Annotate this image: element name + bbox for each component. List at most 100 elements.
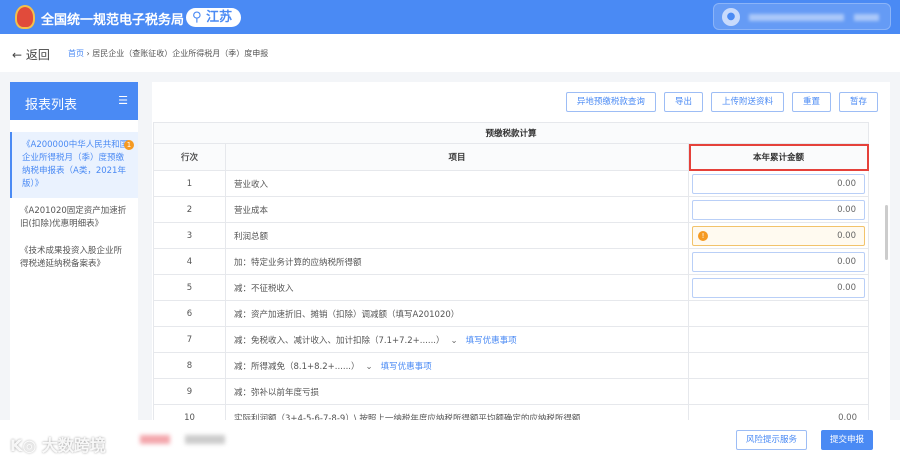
- sidebar-item-label: 《技术成果投资入股企业所得税递延纳税备案表》: [20, 246, 123, 269]
- col-header-item: 项目: [225, 143, 689, 171]
- table-row: 4 加：特定业务计算的应纳税所得额 0.00: [153, 248, 869, 275]
- breadcrumb-separator: ›: [86, 49, 90, 58]
- table-caption: 预缴税款计算: [153, 122, 869, 144]
- user-menu[interactable]: ●: [713, 3, 891, 30]
- breadcrumb-current: 居民企业（查账征收）企业所得税月（季）度申报: [92, 49, 269, 58]
- reset-button[interactable]: 重置: [791, 92, 831, 112]
- table-row: 7 减：免税收入、减计收入、加计扣除（7.1+7.2+......） ⌄ 填写优惠事项: [153, 326, 869, 353]
- row-item: 实际利润额（3+4-5-6-7-8-9）\ 按照上一纳税年度应纳税所得额平均额确…: [225, 404, 689, 420]
- redacted-amount: [140, 435, 170, 444]
- row-amount: 0.00: [688, 274, 869, 301]
- menu-icon[interactable]: ☰: [118, 94, 128, 107]
- footer-bar: K◎ 大数跨境 风险提示服务 提交申报: [0, 420, 900, 459]
- redacted-username: [854, 14, 879, 21]
- row-item-label: 营业收入: [234, 179, 269, 190]
- scrollbar[interactable]: [885, 205, 888, 260]
- breadcrumb: 首页 › 居民企业（查账征收）企业所得税月（季）度申报: [68, 48, 268, 59]
- row-amount: [688, 300, 869, 327]
- avatar-icon: ●: [722, 8, 740, 26]
- fill-preferential-link[interactable]: 填写优惠事项: [381, 362, 432, 372]
- main-panel: 异地预缴税款查询 导出 上传附送资料 重置 暂存 预缴税款计算 行次 项目 本年累计…: [152, 82, 890, 420]
- row-item-label: 利润总额: [234, 231, 269, 242]
- submit-declaration-button[interactable]: 提交申报: [821, 430, 874, 450]
- sidebar-item-a200000[interactable]: 《A200000中华人民共和国企业所得税月（季）度预缴纳税申报表（A类，2021…: [10, 132, 138, 198]
- row-amount: [688, 378, 869, 405]
- amount-input[interactable]: 0.00: [692, 199, 865, 220]
- row-number: 6: [153, 300, 226, 327]
- upload-attachments-button[interactable]: 上传附送资料: [710, 92, 784, 112]
- row-item: 营业收入: [225, 170, 689, 197]
- table-row: 9 减：弥补以前年度亏损: [153, 378, 869, 405]
- row-number: 8: [153, 352, 226, 379]
- watermark-logo: K◎ 大数跨境: [10, 436, 106, 455]
- save-draft-button[interactable]: 暂存: [838, 92, 878, 112]
- row-item: 营业成本: [225, 196, 689, 223]
- tax-emblem-logo: [15, 5, 35, 29]
- row-item: 减：免税收入、减计收入、加计扣除（7.1+7.2+......） ⌄ 填写优惠事项: [225, 326, 689, 353]
- site-title: 全国统一规范电子税务局: [41, 13, 185, 28]
- breadcrumb-home[interactable]: 首页: [68, 49, 84, 58]
- table-row: 2 营业成本 0.00: [153, 196, 869, 223]
- row-item-label: 减：所得减免（8.1+8.2+......）: [234, 361, 360, 372]
- row-number: 1: [153, 170, 226, 197]
- fill-preferential-link[interactable]: 填写优惠事项: [466, 336, 517, 346]
- row-number: 7: [153, 326, 226, 353]
- sidebar: 报表列表 ☰ 《A200000中华人民共和国企业所得税月（季）度预缴纳税申报表（A…: [10, 82, 138, 420]
- prepaid-tax-table: 预缴税款计算 行次 项目 本年累计金额 1 营业收入 0.00 2 营业成本 0.00 3 利润总…: [153, 122, 869, 420]
- redacted-amount: [185, 435, 225, 444]
- amount-value: 0.00: [837, 230, 856, 241]
- amount-value: 0.00: [838, 412, 857, 421]
- sidebar-item-a201020[interactable]: 《A201020固定资产加速折旧(扣除)优惠明细表》: [10, 198, 138, 238]
- arrow-left-icon: ←: [12, 48, 23, 62]
- table-row: 10 实际利润额（3+4-5-6-7-8-9）\ 按照上一纳税年度应纳税所得额平均…: [153, 404, 869, 421]
- sidebar-item-tech-investment[interactable]: 《技术成果投资入股企业所得税递延纳税备案表》: [10, 238, 138, 278]
- row-number: 3: [153, 222, 226, 249]
- row-amount: 0.00: [688, 196, 869, 223]
- row-item: 利润总额: [225, 222, 689, 249]
- row-number: 5: [153, 274, 226, 301]
- row-amount: 0.00: [688, 170, 869, 197]
- amount-value: 0.00: [837, 282, 856, 293]
- toolbar: 异地预缴税款查询 导出 上传附送资料 重置 暂存: [565, 92, 878, 112]
- amount-value: 0.00: [837, 256, 856, 267]
- warning-badge: 1: [124, 140, 134, 150]
- remote-prepaid-query-button[interactable]: 异地预缴税款查询: [565, 92, 656, 112]
- table-row: 8 减：所得减免（8.1+8.2+......） ⌄ 填写优惠事项: [153, 352, 869, 379]
- row-item: 减：所得减免（8.1+8.2+......） ⌄ 填写优惠事项: [225, 352, 689, 379]
- row-number: 9: [153, 378, 226, 405]
- top-header: 全国统一规范电子税务局 ⚲ 江苏 ●: [0, 0, 900, 34]
- export-button[interactable]: 导出: [663, 92, 703, 112]
- row-item-label: 减：资产加速折旧、摊销（扣除）调减额（填写A201020）: [234, 309, 460, 320]
- amount-input[interactable]: ! 0.00: [692, 225, 865, 246]
- row-item: 加：特定业务计算的应纳税所得额: [225, 248, 689, 275]
- back-label: 返回: [25, 48, 50, 62]
- table-row: 3 利润总额! 0.00: [153, 222, 869, 249]
- sidebar-header: 报表列表 ☰: [10, 82, 138, 120]
- chevron-down-icon[interactable]: ⌄: [451, 336, 458, 346]
- col-header-row-no: 行次: [153, 143, 226, 171]
- region-selector[interactable]: ⚲ 江苏: [186, 8, 242, 27]
- row-item-label: 加：特定业务计算的应纳税所得额: [234, 257, 362, 268]
- row-number: 2: [153, 196, 226, 223]
- risk-tips-button[interactable]: 风险提示服务: [736, 430, 808, 450]
- row-number: 10: [153, 404, 226, 420]
- row-item: 减：弥补以前年度亏损: [225, 378, 689, 405]
- warning-icon: !: [698, 230, 708, 241]
- row-amount: ! 0.00: [688, 222, 869, 249]
- sidebar-item-label: 《A200000中华人民共和国企业所得税月（季）度预缴纳税申报表（A类，2021…: [22, 140, 129, 189]
- amount-input[interactable]: 0.00: [692, 277, 865, 298]
- sidebar-item-label: 《A201020固定资产加速折旧(扣除)优惠明细表》: [20, 206, 127, 229]
- chevron-down-icon[interactable]: ⌄: [366, 362, 373, 372]
- row-amount: 0.00: [688, 248, 869, 275]
- row-amount: 0.00: [688, 404, 869, 421]
- amount-input[interactable]: 0.00: [692, 173, 865, 194]
- amount-value: 0.00: [837, 204, 856, 215]
- amount-input[interactable]: 0.00: [692, 251, 865, 272]
- redacted-username: [749, 14, 844, 21]
- back-button[interactable]: ← 返回: [12, 46, 50, 63]
- table-row: 1 营业收入 0.00: [153, 170, 869, 197]
- table-row: 5 减：不征税收入 0.00: [153, 274, 869, 301]
- breadcrumb-bar: ← 返回 首页 › 居民企业（查账征收）企业所得税月（季）度申报: [0, 34, 900, 72]
- amount-value: 0.00: [837, 178, 856, 189]
- row-amount: [688, 352, 869, 379]
